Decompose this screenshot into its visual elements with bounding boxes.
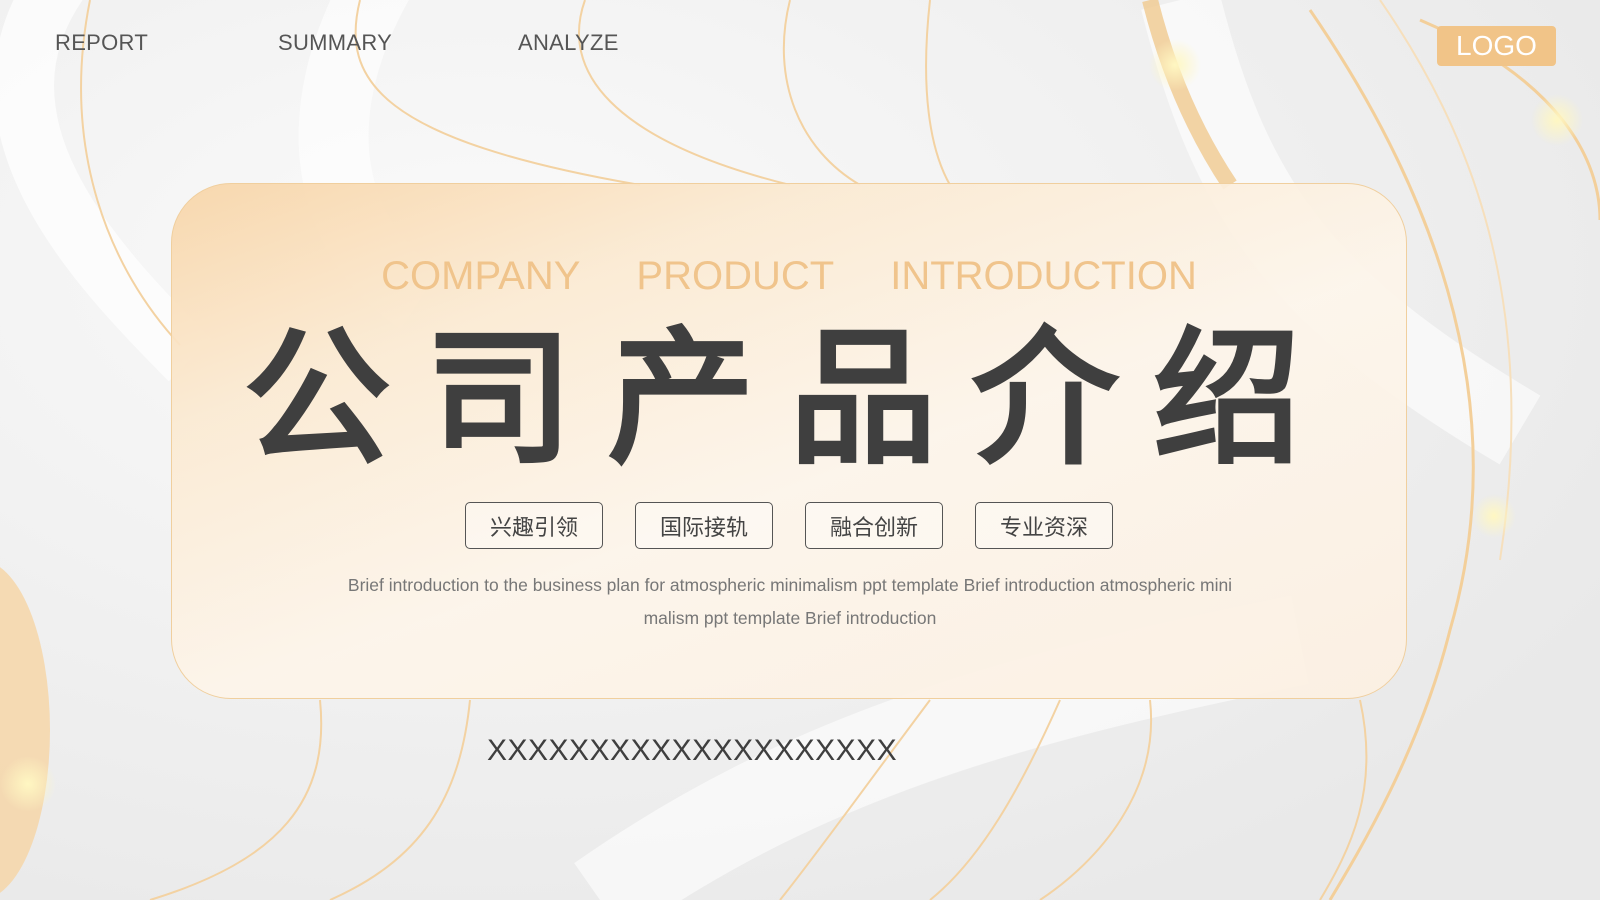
tag-professional: 专业资深 — [975, 502, 1113, 549]
nav-item-analyze[interactable]: ANALYZE — [518, 30, 619, 56]
logo: LOGO — [1437, 26, 1556, 66]
tag-interest-leading: 兴趣引领 — [465, 502, 603, 549]
english-title-word: INTRODUCTION — [890, 254, 1197, 298]
english-title: COMPANY PRODUCT INTRODUCTION — [172, 254, 1406, 299]
english-title-word: COMPANY — [381, 254, 581, 298]
description-text: Brief introduction to the business plan … — [347, 575, 1233, 628]
tag-international: 国际接轨 — [635, 502, 773, 549]
nav-item-report[interactable]: REPORT — [55, 30, 148, 56]
tag-row: 兴趣引领 国际接轨 融合创新 专业资深 — [172, 502, 1406, 549]
english-title-word: PRODUCT — [636, 254, 835, 298]
top-nav: REPORT SUMMARY ANALYZE — [0, 30, 700, 60]
nav-item-summary[interactable]: SUMMARY — [278, 30, 392, 56]
tag-innovation: 融合创新 — [805, 502, 943, 549]
chinese-title: 公司产品介绍 — [243, 313, 1335, 485]
title-card: COMPANY PRODUCT INTRODUCTION 公司产品介绍 兴趣引领… — [171, 183, 1407, 699]
footer-placeholder-text: XXXXXXXXXXXXXXXXXXXX — [487, 734, 898, 767]
